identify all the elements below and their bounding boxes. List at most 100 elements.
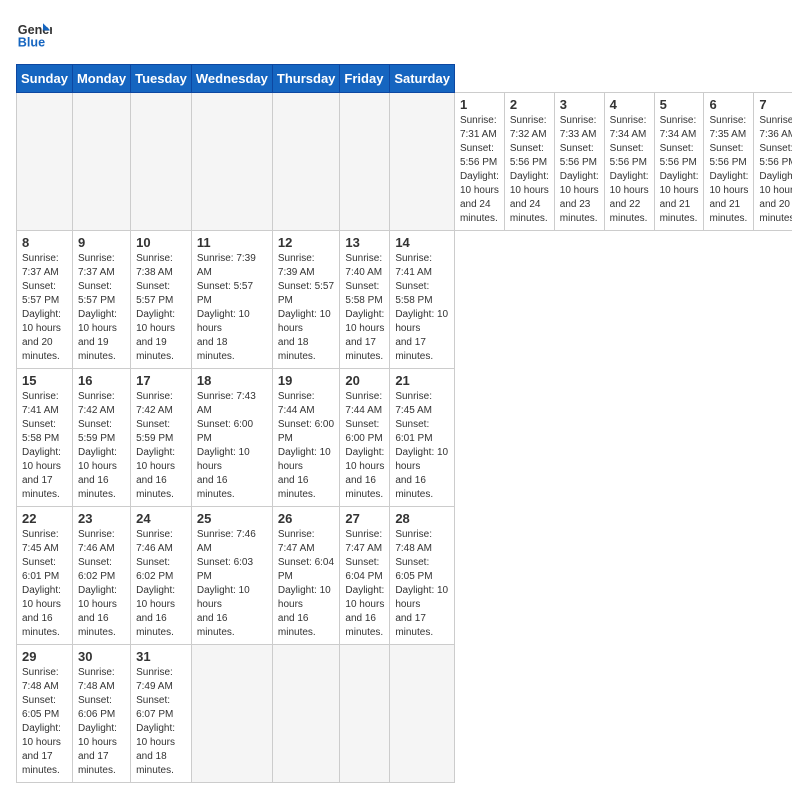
page-header: General Blue: [16, 16, 776, 52]
day-number: 10: [136, 235, 186, 250]
day-info: Sunrise: 7:41 AMSunset: 5:58 PMDaylight:…: [22, 390, 67, 502]
calendar-cell: 7Sunrise: 7:36 AMSunset: 5:56 PMDaylight…: [754, 93, 792, 231]
calendar-cell: 15 Sunrise: 7:41 AMSunset: 5:58 PMDayligh…: [17, 369, 73, 507]
day-number: 14: [395, 235, 449, 250]
day-number: 18: [197, 373, 267, 388]
day-info: Sunrise: 7:38 AMSunset: 5:57 PMDaylight:…: [136, 252, 186, 364]
col-header-saturday: Saturday: [390, 65, 455, 93]
calendar-cell: 20Sunrise: 7:44 AMSunset: 6:00 PMDayligh…: [340, 369, 390, 507]
day-number: 27: [345, 511, 384, 526]
day-number: 26: [278, 511, 335, 526]
day-info: Sunrise: 7:48 AMSunset: 6:06 PMDaylight:…: [78, 666, 125, 778]
day-info: Sunrise: 7:46 AMSunset: 6:02 PMDaylight:…: [78, 528, 125, 640]
calendar-cell: 26Sunrise: 7:47 AMSunset: 6:04 PMDayligh…: [272, 507, 340, 645]
day-number: 2: [510, 97, 549, 112]
day-number: 22: [22, 511, 67, 526]
calendar-cell: [191, 93, 272, 231]
calendar-cell: [72, 93, 130, 231]
calendar-cell: 29 Sunrise: 7:48 AMSunset: 6:05 PMDayligh…: [17, 645, 73, 783]
day-info: Sunrise: 7:45 AMSunset: 6:01 PMDaylight:…: [22, 528, 67, 640]
day-info: Sunrise: 7:31 AMSunset: 5:56 PMDaylight:…: [460, 114, 499, 226]
day-number: 17: [136, 373, 186, 388]
calendar-cell: 19Sunrise: 7:44 AMSunset: 6:00 PMDayligh…: [272, 369, 340, 507]
logo-icon: General Blue: [16, 16, 52, 52]
calendar-cell: [131, 93, 192, 231]
day-info: Sunrise: 7:42 AMSunset: 5:59 PMDaylight:…: [136, 390, 186, 502]
day-number: 30: [78, 649, 125, 664]
calendar-cell: 17 Sunrise: 7:42 AMSunset: 5:59 PMDayligh…: [131, 369, 192, 507]
day-info: Sunrise: 7:42 AMSunset: 5:59 PMDaylight:…: [78, 390, 125, 502]
day-info: Sunrise: 7:39 AMSunset: 5:57 PMDaylight:…: [278, 252, 335, 364]
day-number: 8: [22, 235, 67, 250]
day-number: 19: [278, 373, 335, 388]
calendar-cell: 11 Sunrise: 7:39 AMSunset: 5:57 PMDayligh…: [191, 231, 272, 369]
day-number: 28: [395, 511, 449, 526]
col-header-monday: Monday: [72, 65, 130, 93]
calendar-cell: 21 Sunrise: 7:45 AMSunset: 6:01 PMDayligh…: [390, 369, 455, 507]
day-number: 15: [22, 373, 67, 388]
calendar-cell: [17, 93, 73, 231]
day-info: Sunrise: 7:40 AMSunset: 5:58 PMDaylight:…: [345, 252, 384, 364]
day-number: 6: [709, 97, 748, 112]
week-row-3: 15 Sunrise: 7:41 AMSunset: 5:58 PMDayligh…: [17, 369, 792, 507]
day-number: 31: [136, 649, 186, 664]
day-number: 16: [78, 373, 125, 388]
calendar-header-row: SundayMondayTuesdayWednesdayThursdayFrid…: [17, 65, 792, 93]
day-info: Sunrise: 7:48 AMSunset: 6:05 PMDaylight:…: [22, 666, 67, 778]
day-info: Sunrise: 7:36 AMSunset: 5:56 PMDaylight:…: [759, 114, 792, 226]
day-info: Sunrise: 7:49 AMSunset: 6:07 PMDaylight:…: [136, 666, 186, 778]
day-info: Sunrise: 7:33 AMSunset: 5:56 PMDaylight:…: [560, 114, 599, 226]
calendar-cell: 25Sunrise: 7:46 AMSunset: 6:03 PMDayligh…: [191, 507, 272, 645]
calendar-cell: 27Sunrise: 7:47 AMSunset: 6:04 PMDayligh…: [340, 507, 390, 645]
calendar-cell: 4Sunrise: 7:34 AMSunset: 5:56 PMDaylight…: [604, 93, 654, 231]
day-info: Sunrise: 7:41 AMSunset: 5:58 PMDaylight:…: [395, 252, 449, 364]
calendar-cell: 1 Sunrise: 7:31 AMSunset: 5:56 PMDaylight…: [454, 93, 504, 231]
day-number: 3: [560, 97, 599, 112]
calendar-table: SundayMondayTuesdayWednesdayThursdayFrid…: [16, 64, 792, 783]
week-row-5: 29 Sunrise: 7:48 AMSunset: 6:05 PMDayligh…: [17, 645, 792, 783]
logo: General Blue: [16, 16, 52, 52]
col-header-tuesday: Tuesday: [131, 65, 192, 93]
calendar-cell: 18Sunrise: 7:43 AMSunset: 6:00 PMDayligh…: [191, 369, 272, 507]
day-info: Sunrise: 7:34 AMSunset: 5:56 PMDaylight:…: [610, 114, 649, 226]
calendar-cell: [272, 93, 340, 231]
day-info: Sunrise: 7:39 AMSunset: 5:57 PMDaylight:…: [197, 252, 267, 364]
calendar-cell: 9 Sunrise: 7:37 AMSunset: 5:57 PMDaylight…: [72, 231, 130, 369]
col-header-thursday: Thursday: [272, 65, 340, 93]
calendar-cell: 23Sunrise: 7:46 AMSunset: 6:02 PMDayligh…: [72, 507, 130, 645]
calendar-cell: 14 Sunrise: 7:41 AMSunset: 5:58 PMDayligh…: [390, 231, 455, 369]
day-info: Sunrise: 7:48 AMSunset: 6:05 PMDaylight:…: [395, 528, 449, 640]
day-number: 1: [460, 97, 499, 112]
calendar-cell: [340, 93, 390, 231]
col-header-wednesday: Wednesday: [191, 65, 272, 93]
col-header-friday: Friday: [340, 65, 390, 93]
day-number: 21: [395, 373, 449, 388]
day-info: Sunrise: 7:46 AMSunset: 6:02 PMDaylight:…: [136, 528, 186, 640]
day-number: 13: [345, 235, 384, 250]
calendar-cell: [340, 645, 390, 783]
calendar-cell: 12 Sunrise: 7:39 AMSunset: 5:57 PMDayligh…: [272, 231, 340, 369]
day-number: 29: [22, 649, 67, 664]
day-info: Sunrise: 7:37 AMSunset: 5:57 PMDaylight:…: [78, 252, 125, 364]
day-number: 11: [197, 235, 267, 250]
day-info: Sunrise: 7:46 AMSunset: 6:03 PMDaylight:…: [197, 528, 267, 640]
calendar-cell: [390, 93, 455, 231]
calendar-cell: 30 Sunrise: 7:48 AMSunset: 6:06 PMDayligh…: [72, 645, 130, 783]
day-info: Sunrise: 7:37 AMSunset: 5:57 PMDaylight:…: [22, 252, 67, 364]
day-number: 9: [78, 235, 125, 250]
calendar-cell: 28 Sunrise: 7:48 AMSunset: 6:05 PMDayligh…: [390, 507, 455, 645]
calendar-cell: 24Sunrise: 7:46 AMSunset: 6:02 PMDayligh…: [131, 507, 192, 645]
calendar-cell: 6 Sunrise: 7:35 AMSunset: 5:56 PMDaylight…: [704, 93, 754, 231]
col-header-sunday: Sunday: [17, 65, 73, 93]
calendar-cell: 8 Sunrise: 7:37 AMSunset: 5:57 PMDaylight…: [17, 231, 73, 369]
day-info: Sunrise: 7:32 AMSunset: 5:56 PMDaylight:…: [510, 114, 549, 226]
week-row-4: 22 Sunrise: 7:45 AMSunset: 6:01 PMDayligh…: [17, 507, 792, 645]
day-number: 12: [278, 235, 335, 250]
calendar-cell: 16 Sunrise: 7:42 AMSunset: 5:59 PMDayligh…: [72, 369, 130, 507]
calendar-cell: 2 Sunrise: 7:32 AMSunset: 5:56 PMDaylight…: [504, 93, 554, 231]
calendar-cell: 31 Sunrise: 7:49 AMSunset: 6:07 PMDayligh…: [131, 645, 192, 783]
day-info: Sunrise: 7:45 AMSunset: 6:01 PMDaylight:…: [395, 390, 449, 502]
day-info: Sunrise: 7:35 AMSunset: 5:56 PMDaylight:…: [709, 114, 748, 226]
calendar-cell: [272, 645, 340, 783]
day-info: Sunrise: 7:44 AMSunset: 6:00 PMDaylight:…: [345, 390, 384, 502]
